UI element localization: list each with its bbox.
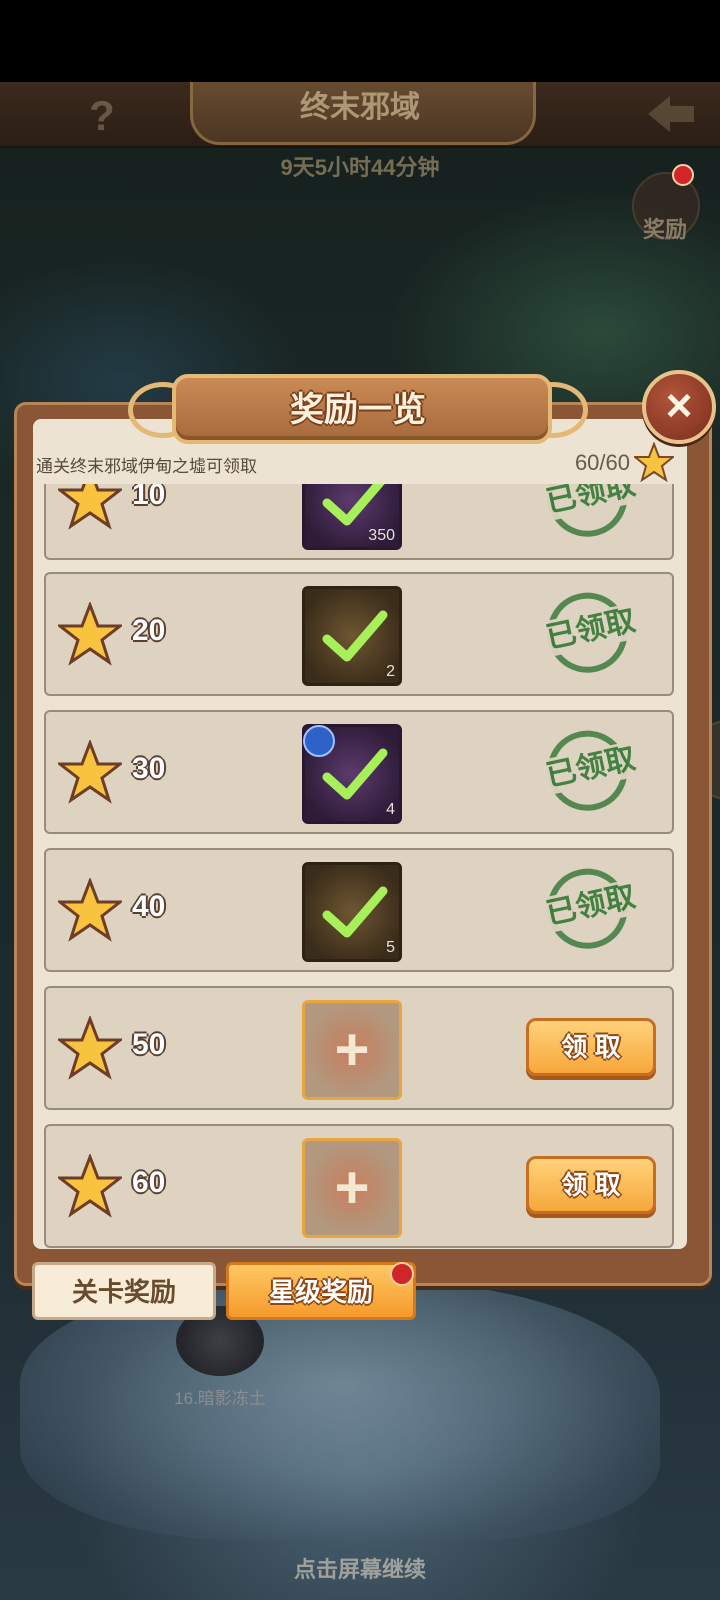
notification-dot — [672, 164, 694, 186]
modal-title: 奖励一览 — [290, 391, 426, 429]
star-requirement: 50 — [132, 1028, 166, 1061]
reward-row-20: 20 2 已领取 — [44, 572, 674, 696]
claim-button[interactable]: 领 取 — [526, 1156, 656, 1214]
reward-list[interactable]: 10 350 已领取 20 2 已领取 30 4 已领取 40 5 已领取 50… — [30, 484, 684, 1250]
close-icon: × — [665, 379, 693, 431]
item-quantity: 5 — [386, 939, 395, 956]
star-icon — [58, 1016, 122, 1080]
star-icon — [58, 602, 122, 666]
star-progress: 60/60 — [574, 450, 630, 475]
notification-dot — [390, 1262, 414, 1286]
star-icon — [58, 1154, 122, 1218]
item-quantity: 4 — [386, 801, 395, 818]
star-requirement: 10 — [132, 484, 166, 511]
check-icon — [322, 748, 388, 800]
reward-item[interactable]: 5 — [302, 862, 402, 962]
event-timer: 9天5小时44分钟 — [280, 155, 440, 180]
item-quantity: 2 — [386, 663, 395, 680]
star-requirement: 20 — [132, 614, 166, 647]
reward-slot[interactable]: + — [302, 1000, 402, 1100]
claimed-stamp: 已领取 — [526, 720, 656, 827]
plus-icon: + — [334, 1154, 370, 1221]
plus-icon: + — [334, 1016, 370, 1083]
reward-shortcut-label: 奖励 — [642, 217, 687, 242]
game-screen[interactable]: ? 终末邪域 9天5小时44分钟 奖励 16.暗影冻土 点击屏幕继续 奖励一览 … — [0, 0, 720, 1600]
check-icon — [322, 886, 388, 938]
unlock-condition: 通关终末邪域伊甸之墟可领取 — [36, 457, 257, 476]
claimed-stamp: 已领取 — [526, 582, 656, 689]
continue-hint: 点击屏幕继续 — [293, 1557, 426, 1582]
star-requirement: 40 — [132, 890, 166, 923]
stage-label: 16.暗影冻土 — [174, 1389, 266, 1408]
reward-row-30: 30 4 已领取 — [44, 710, 674, 834]
tab-star-rewards[interactable]: 星级奖励 — [226, 1262, 416, 1320]
item-quantity: 350 — [368, 527, 395, 544]
tab-stage-rewards[interactable]: 关卡奖励 — [32, 1262, 216, 1320]
reward-row-40: 40 5 已领取 — [44, 848, 674, 972]
reward-item[interactable]: 2 — [302, 586, 402, 686]
close-button[interactable]: × — [642, 370, 716, 444]
help-button[interactable]: ? — [82, 92, 122, 140]
star-icon — [58, 878, 122, 942]
star-icon — [58, 740, 122, 804]
reward-item[interactable]: 4 — [302, 724, 402, 824]
star-requirement: 60 — [132, 1166, 166, 1199]
page-title: 终末邪域 — [300, 91, 420, 124]
reward-row-10: 10 350 已领取 — [44, 484, 674, 560]
claim-button[interactable]: 领 取 — [526, 1018, 656, 1076]
reward-row-50: 50 + 领 取 — [44, 986, 674, 1110]
star-icon — [634, 442, 674, 482]
star-requirement: 30 — [132, 752, 166, 785]
back-arrow-icon[interactable] — [640, 86, 700, 142]
reward-item[interactable]: 350 — [302, 484, 402, 550]
reward-row-60: 60 + 领 取 — [44, 1124, 674, 1248]
claimed-stamp: 已领取 — [526, 858, 656, 965]
reward-slot[interactable]: + — [302, 1138, 402, 1238]
check-icon — [322, 610, 388, 662]
claimed-stamp: 已领取 — [526, 484, 656, 552]
star-icon — [58, 484, 122, 530]
